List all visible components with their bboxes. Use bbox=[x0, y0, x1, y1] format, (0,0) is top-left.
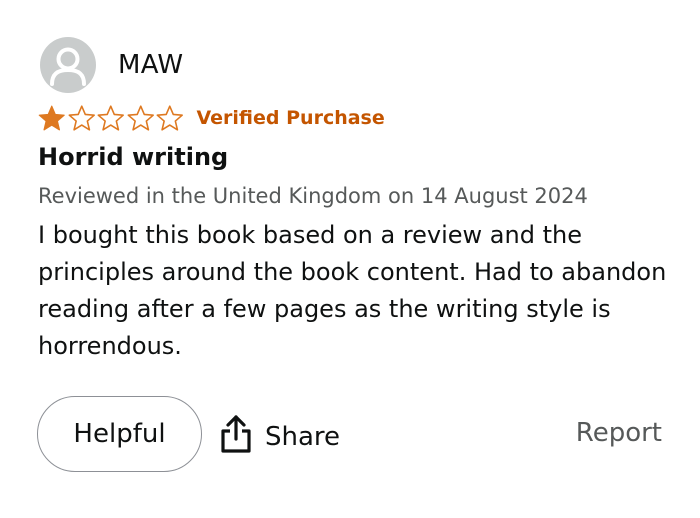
review-body: I bought this book based on a review and… bbox=[38, 221, 667, 360]
star-empty-icon bbox=[68, 105, 95, 131]
review-meta: Reviewed in the United Kingdom on 14 Aug… bbox=[38, 184, 588, 208]
helpful-button[interactable]: Helpful bbox=[37, 396, 202, 472]
avatar bbox=[40, 37, 96, 93]
share-icon bbox=[221, 415, 251, 453]
reviewer-name[interactable]: MAW bbox=[118, 50, 183, 80]
share-label: Share bbox=[265, 422, 341, 452]
person-silhouette-icon bbox=[50, 47, 86, 86]
star-filled-icon bbox=[38, 105, 65, 131]
review-card: MAW Verified Purchase Horrid writing Rev… bbox=[0, 0, 700, 518]
star-empty-icon bbox=[97, 105, 124, 131]
rating-row: Verified Purchase bbox=[37, 103, 385, 133]
star-rating[interactable] bbox=[37, 104, 185, 132]
report-link[interactable]: Report bbox=[576, 418, 662, 448]
share-button[interactable]: Share bbox=[219, 412, 340, 456]
star-empty-icon bbox=[127, 105, 154, 131]
reviewer-profile[interactable]: MAW bbox=[40, 37, 183, 93]
review-title: Horrid writing bbox=[38, 143, 229, 171]
verified-purchase-badge: Verified Purchase bbox=[196, 107, 385, 129]
star-empty-icon bbox=[156, 105, 183, 131]
